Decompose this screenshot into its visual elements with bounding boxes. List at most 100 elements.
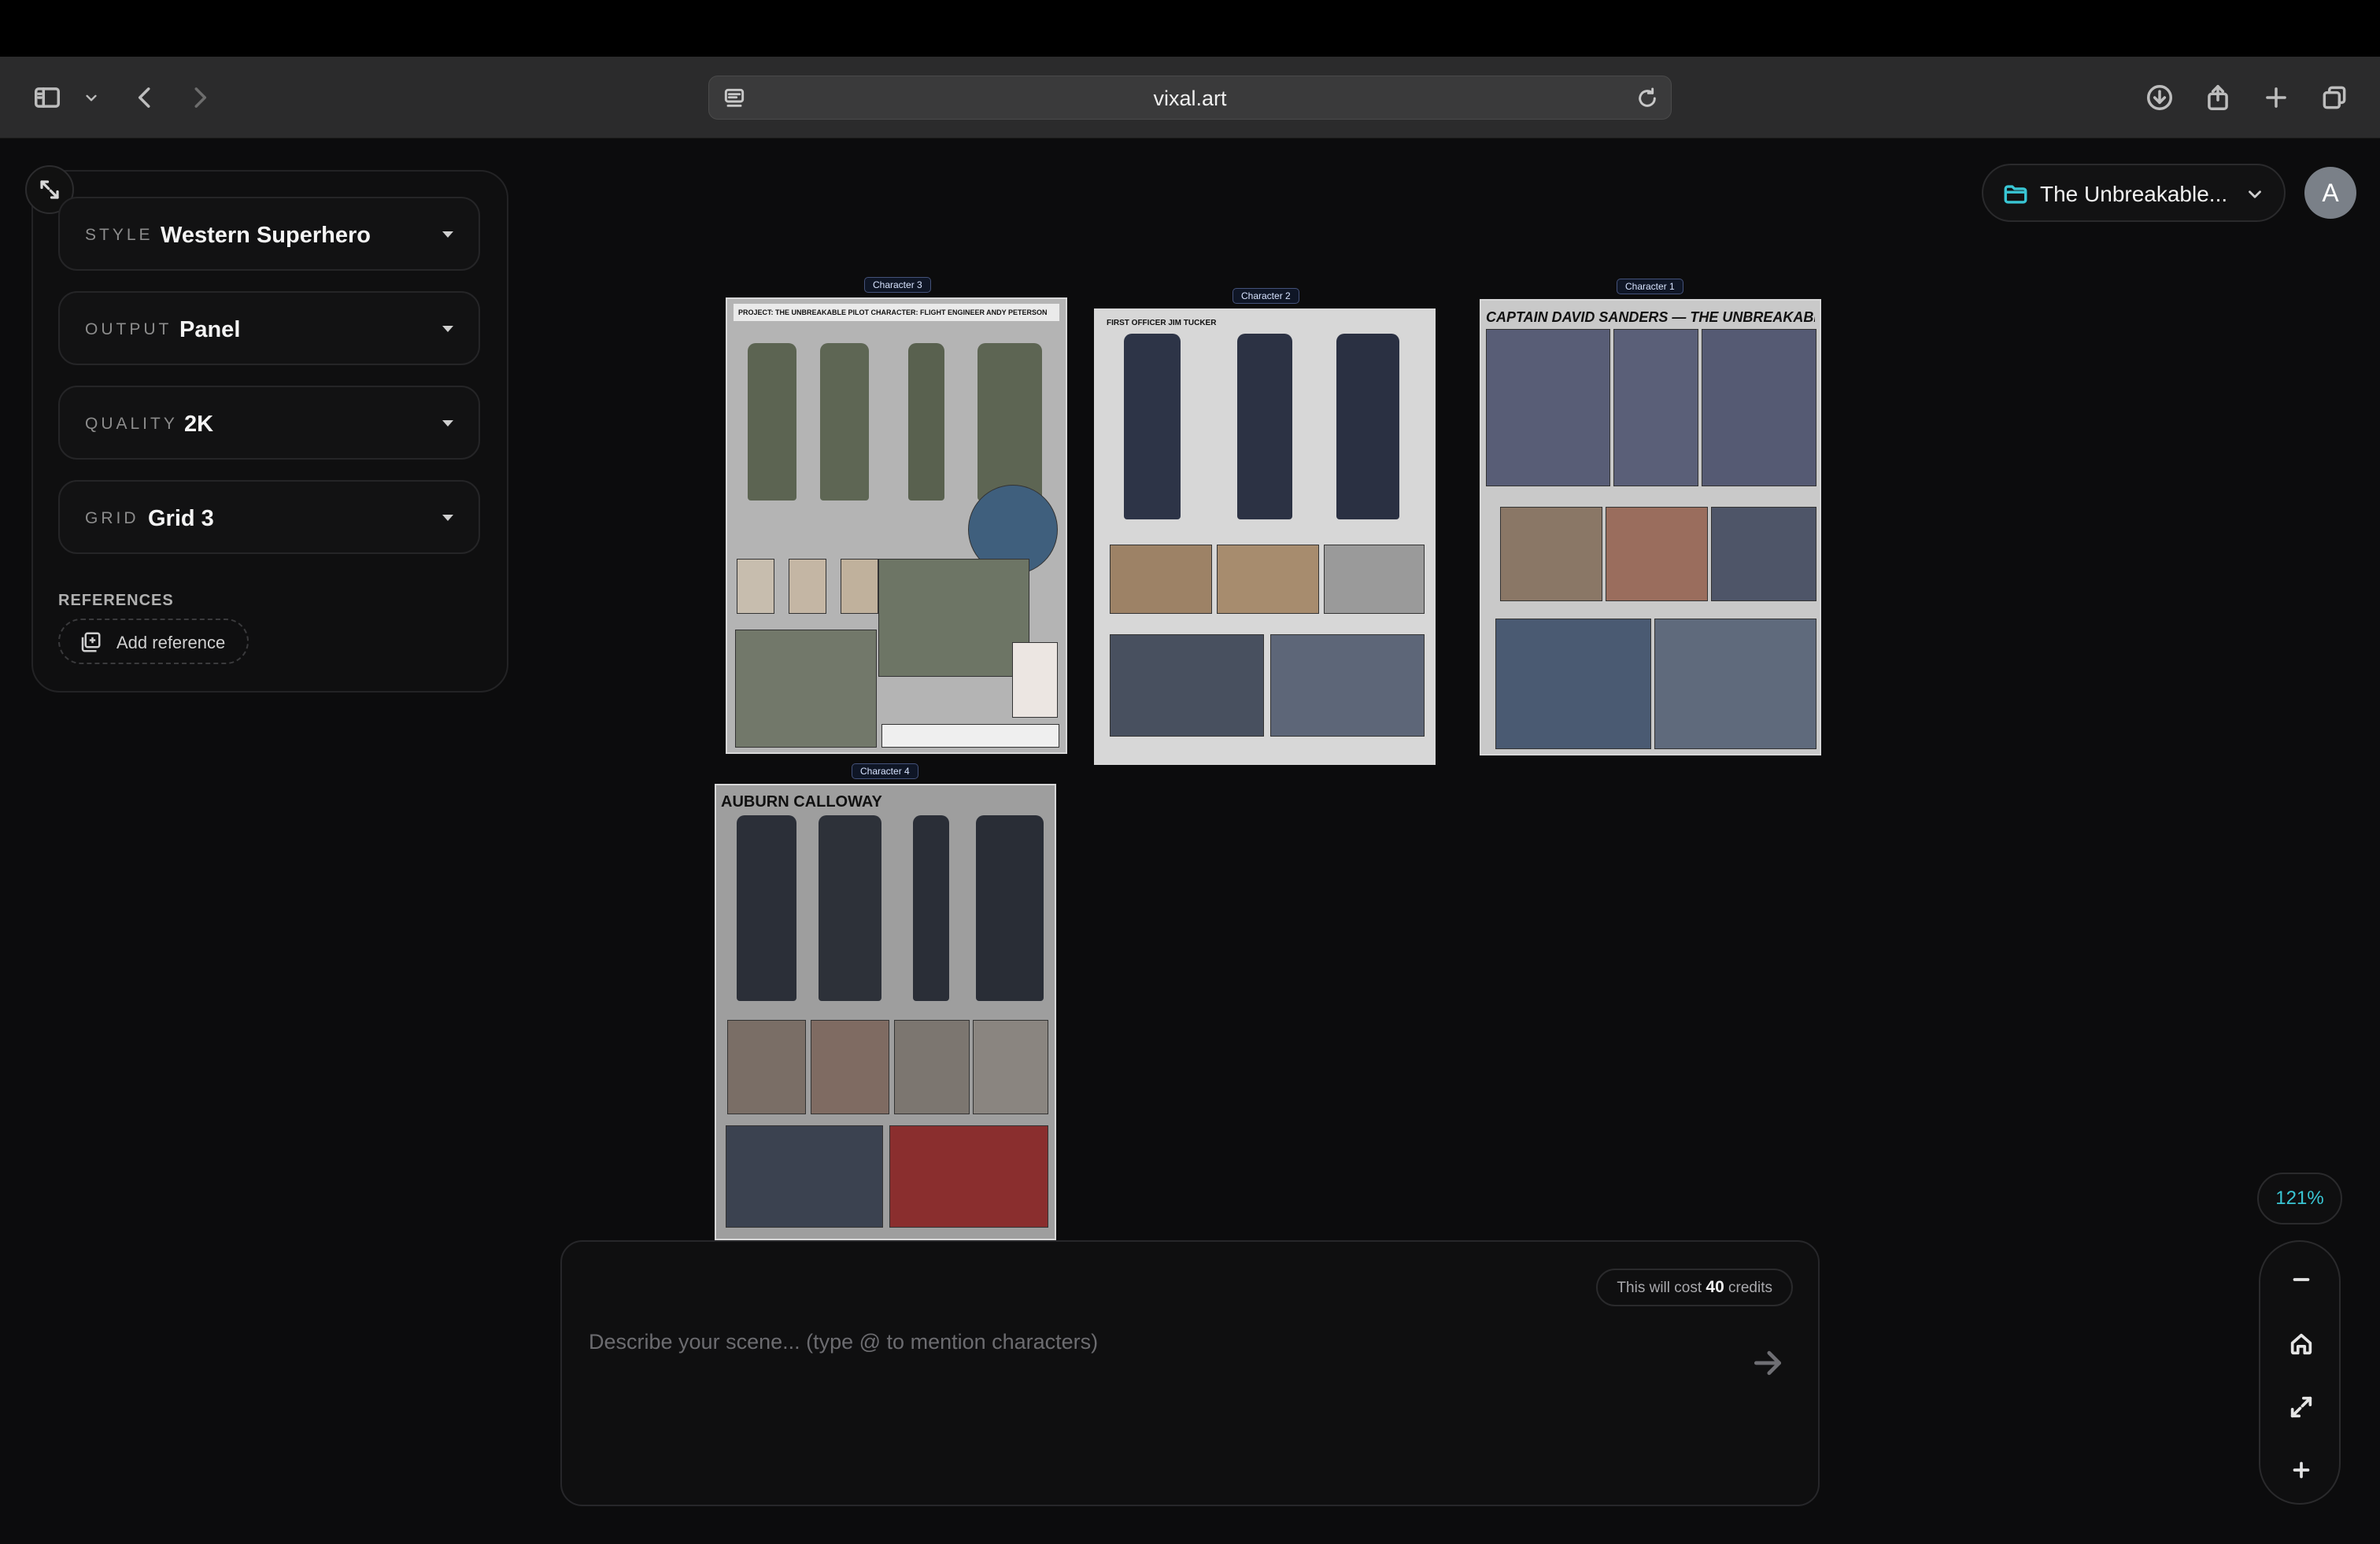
grid-label: GRID (85, 482, 139, 556)
cockpit-grapple (1110, 634, 1264, 737)
chevron-down-icon[interactable] (74, 79, 109, 116)
action-spear-gun (889, 1125, 1048, 1228)
figure-side (908, 343, 944, 501)
cost-badge: This will cost 40 credits (1596, 1269, 1793, 1306)
caret-down-icon (442, 231, 453, 238)
figure-back (1702, 329, 1816, 486)
figure-side (913, 815, 949, 1001)
face-rage (811, 1020, 889, 1114)
zoom-level[interactable]: 121% (2257, 1173, 2342, 1224)
action-shielding (878, 559, 1029, 677)
figure-front (1124, 334, 1181, 519)
downloads-icon[interactable] (2141, 79, 2179, 116)
grid-value: Grid 3 (148, 482, 214, 556)
sheet-tag-character-2: Character 2 (1232, 288, 1299, 304)
sheet-header: PROJECT: THE UNBREAKABLE PILOT CHARACTER… (734, 304, 1059, 321)
sheet-header: CAPTAIN DAVID SANDERS — THE UNBREAKABLE … (1486, 304, 1815, 331)
face-resolve (789, 559, 826, 614)
figure-front (748, 343, 796, 501)
style-select[interactable]: STYLE Western Superhero (58, 197, 480, 271)
spear-gun-detail (973, 1020, 1048, 1114)
hammer-block (1270, 634, 1425, 737)
zoom-in-button[interactable] (2281, 1450, 2322, 1490)
expand-icon (2288, 1394, 2315, 1420)
avatar[interactable]: A (2304, 167, 2356, 219)
scene-prompt-input[interactable]: Describe your scene... (type @ to mentio… (589, 1330, 1098, 1354)
cost-suffix: credits (1728, 1280, 1772, 1296)
cost-value: 40 (1706, 1278, 1724, 1296)
caret-down-icon (442, 326, 453, 332)
style-value: Western Superhero (161, 198, 371, 272)
arrow-right-icon (1750, 1346, 1785, 1380)
figure-side (1613, 329, 1698, 486)
grid-select[interactable]: GRID Grid 3 (58, 480, 480, 554)
add-reference-label: Add reference (116, 620, 225, 666)
sheet-header: FIRST OFFICER JIM TUCKER (1102, 315, 1428, 332)
figure-back (1336, 334, 1399, 519)
grappling-gear (1324, 545, 1425, 614)
face-calm (727, 1020, 806, 1114)
add-image-icon (79, 630, 102, 654)
sidebar-toggle-icon[interactable] (28, 79, 66, 116)
face-calm (1500, 507, 1602, 601)
caret-down-icon (442, 515, 453, 521)
minus-icon (2288, 1266, 2315, 1293)
figure-three-quarter (820, 343, 869, 501)
acting-notes (881, 724, 1059, 748)
face-fear (737, 559, 774, 614)
color-key (1012, 642, 1058, 718)
back-icon[interactable] (126, 79, 164, 116)
output-label: OUTPUT (85, 293, 172, 367)
hammer-detail (894, 1020, 970, 1114)
character-sheet-3[interactable]: PROJECT: THE UNBREAKABLE PILOT CHARACTER… (726, 297, 1067, 754)
folder-icon (2002, 181, 2029, 208)
scene-prompt-box[interactable]: This will cost 40 credits Describe your … (560, 1240, 1820, 1506)
home-icon (2288, 1331, 2315, 1357)
figure-front (1486, 329, 1610, 486)
figure-back (978, 343, 1042, 501)
fight-tight-space (1654, 619, 1816, 749)
share-icon[interactable] (2199, 79, 2237, 116)
reset-view-button[interactable] (2281, 1324, 2322, 1365)
sheet-tag-character-1: Character 1 (1617, 279, 1683, 294)
action-restraint (735, 630, 877, 748)
forward-icon[interactable] (181, 79, 219, 116)
tab-overview-icon[interactable] (2315, 79, 2353, 116)
braced-dive (1495, 619, 1651, 749)
chevron-down-icon (2245, 184, 2265, 205)
caret-down-icon (442, 420, 453, 427)
new-tab-icon[interactable] (2257, 79, 2295, 116)
add-reference-button[interactable]: Add reference (58, 619, 249, 664)
character-sheet-4[interactable]: AUBURN CALLOWAY (715, 784, 1056, 1240)
url-text: vixal.art (709, 76, 1671, 120)
quality-select[interactable]: QUALITY 2K (58, 386, 480, 460)
style-label: STYLE (85, 198, 153, 272)
face-alert (1110, 545, 1212, 614)
output-value: Panel (179, 293, 240, 367)
figure-three-quarter (1237, 334, 1292, 519)
character-sheet-1[interactable]: CAPTAIN DAVID SANDERS — THE UNBREAKABLE … (1480, 299, 1821, 755)
action-hammer-swing (726, 1125, 883, 1228)
quality-label: QUALITY (85, 387, 178, 461)
reload-icon[interactable] (1635, 86, 1660, 111)
output-select[interactable]: OUTPUT Panel (58, 291, 480, 365)
zoom-controls (2259, 1240, 2341, 1505)
sheet-header: AUBURN CALLOWAY (721, 789, 1050, 815)
collapse-icon (38, 178, 61, 201)
zoom-out-button[interactable] (2281, 1259, 2322, 1300)
project-name: The Unbreakable... (2040, 165, 2227, 223)
plus-icon (2288, 1457, 2315, 1483)
sheet-tag-character-4: Character 4 (852, 763, 918, 779)
character-sheet-2[interactable]: FIRST OFFICER JIM TUCKER (1094, 308, 1436, 765)
face-injury (1606, 507, 1708, 601)
address-bar[interactable]: vixal.art (708, 76, 1672, 120)
gear-detail (1711, 507, 1816, 601)
send-button[interactable] (1750, 1346, 1790, 1385)
face-injury (1217, 545, 1319, 614)
figure-three-quarter (819, 815, 881, 1001)
menu-bar (0, 0, 2380, 57)
sheet-tag-character-3: Character 3 (864, 277, 931, 293)
fit-view-button[interactable] (2281, 1387, 2322, 1428)
project-selector[interactable]: The Unbreakable... (1982, 164, 2286, 222)
figure-front (737, 815, 796, 1001)
